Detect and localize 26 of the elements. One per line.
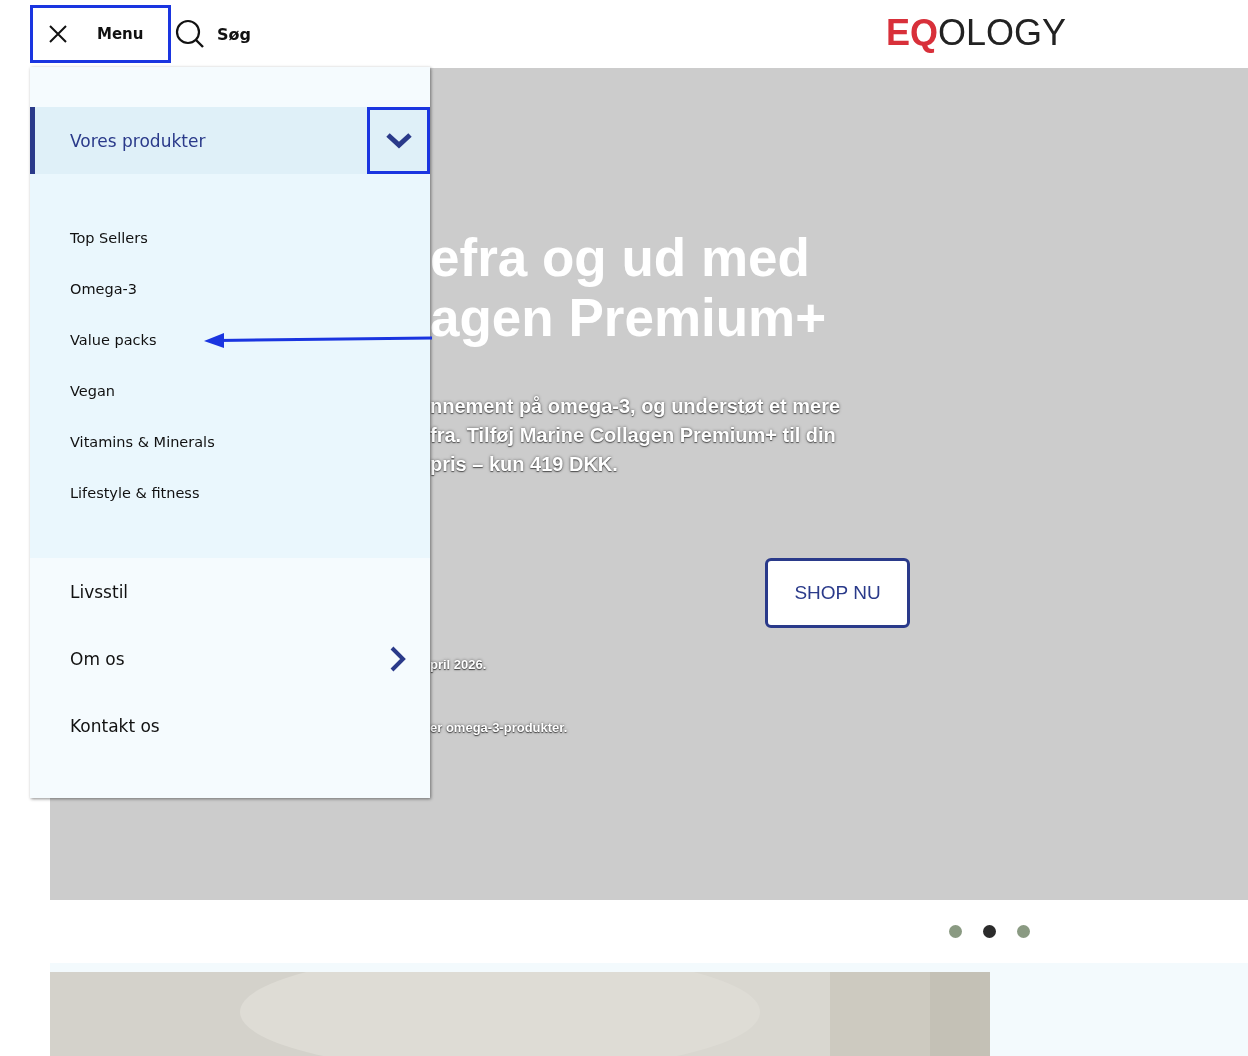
search-button[interactable]: Søg	[175, 19, 251, 49]
hero-note: er omega-3-produkter.	[430, 720, 569, 735]
expand-toggle[interactable]	[367, 107, 430, 174]
menu-item[interactable]: Vores produkter	[30, 107, 430, 174]
shop-now-button[interactable]: SHOP NU	[765, 558, 910, 628]
hero-note: pril 2026.	[430, 657, 488, 672]
submenu-item[interactable]: Top Sellers	[70, 229, 148, 246]
menu-item[interactable]: Livsstil	[30, 558, 430, 625]
menu-button[interactable]: Menu	[30, 5, 171, 63]
menu-item-label[interactable]: Vores produkter	[70, 130, 206, 151]
logo[interactable]: EQOLOGY	[886, 12, 1067, 54]
chevron-right-icon	[390, 645, 406, 672]
close-icon	[49, 25, 67, 43]
chevron-down-icon	[385, 132, 412, 149]
carousel-dot[interactable]	[949, 925, 962, 938]
menu-item[interactable]: Kontakt os	[30, 692, 430, 759]
submenu-item[interactable]: Value packs	[70, 331, 157, 348]
menu-item[interactable]: Om os	[70, 648, 125, 669]
carousel-dot[interactable]	[1017, 925, 1030, 938]
carousel-dot[interactable]	[983, 925, 996, 938]
hero-text: nnement på omega-3, og understøt et mere fra. Tilføj Marine Collagen Premium+ til din pris – kun 419 DKK.	[430, 394, 842, 479]
submenu-item[interactable]: Vitamins & Minerals	[70, 433, 215, 450]
submenu-item[interactable]: Lifestyle & fitness	[70, 484, 200, 501]
submenu-item[interactable]: Omega-3	[70, 280, 137, 297]
submenu-item[interactable]: Vegan	[70, 382, 115, 399]
search-icon	[175, 19, 205, 49]
